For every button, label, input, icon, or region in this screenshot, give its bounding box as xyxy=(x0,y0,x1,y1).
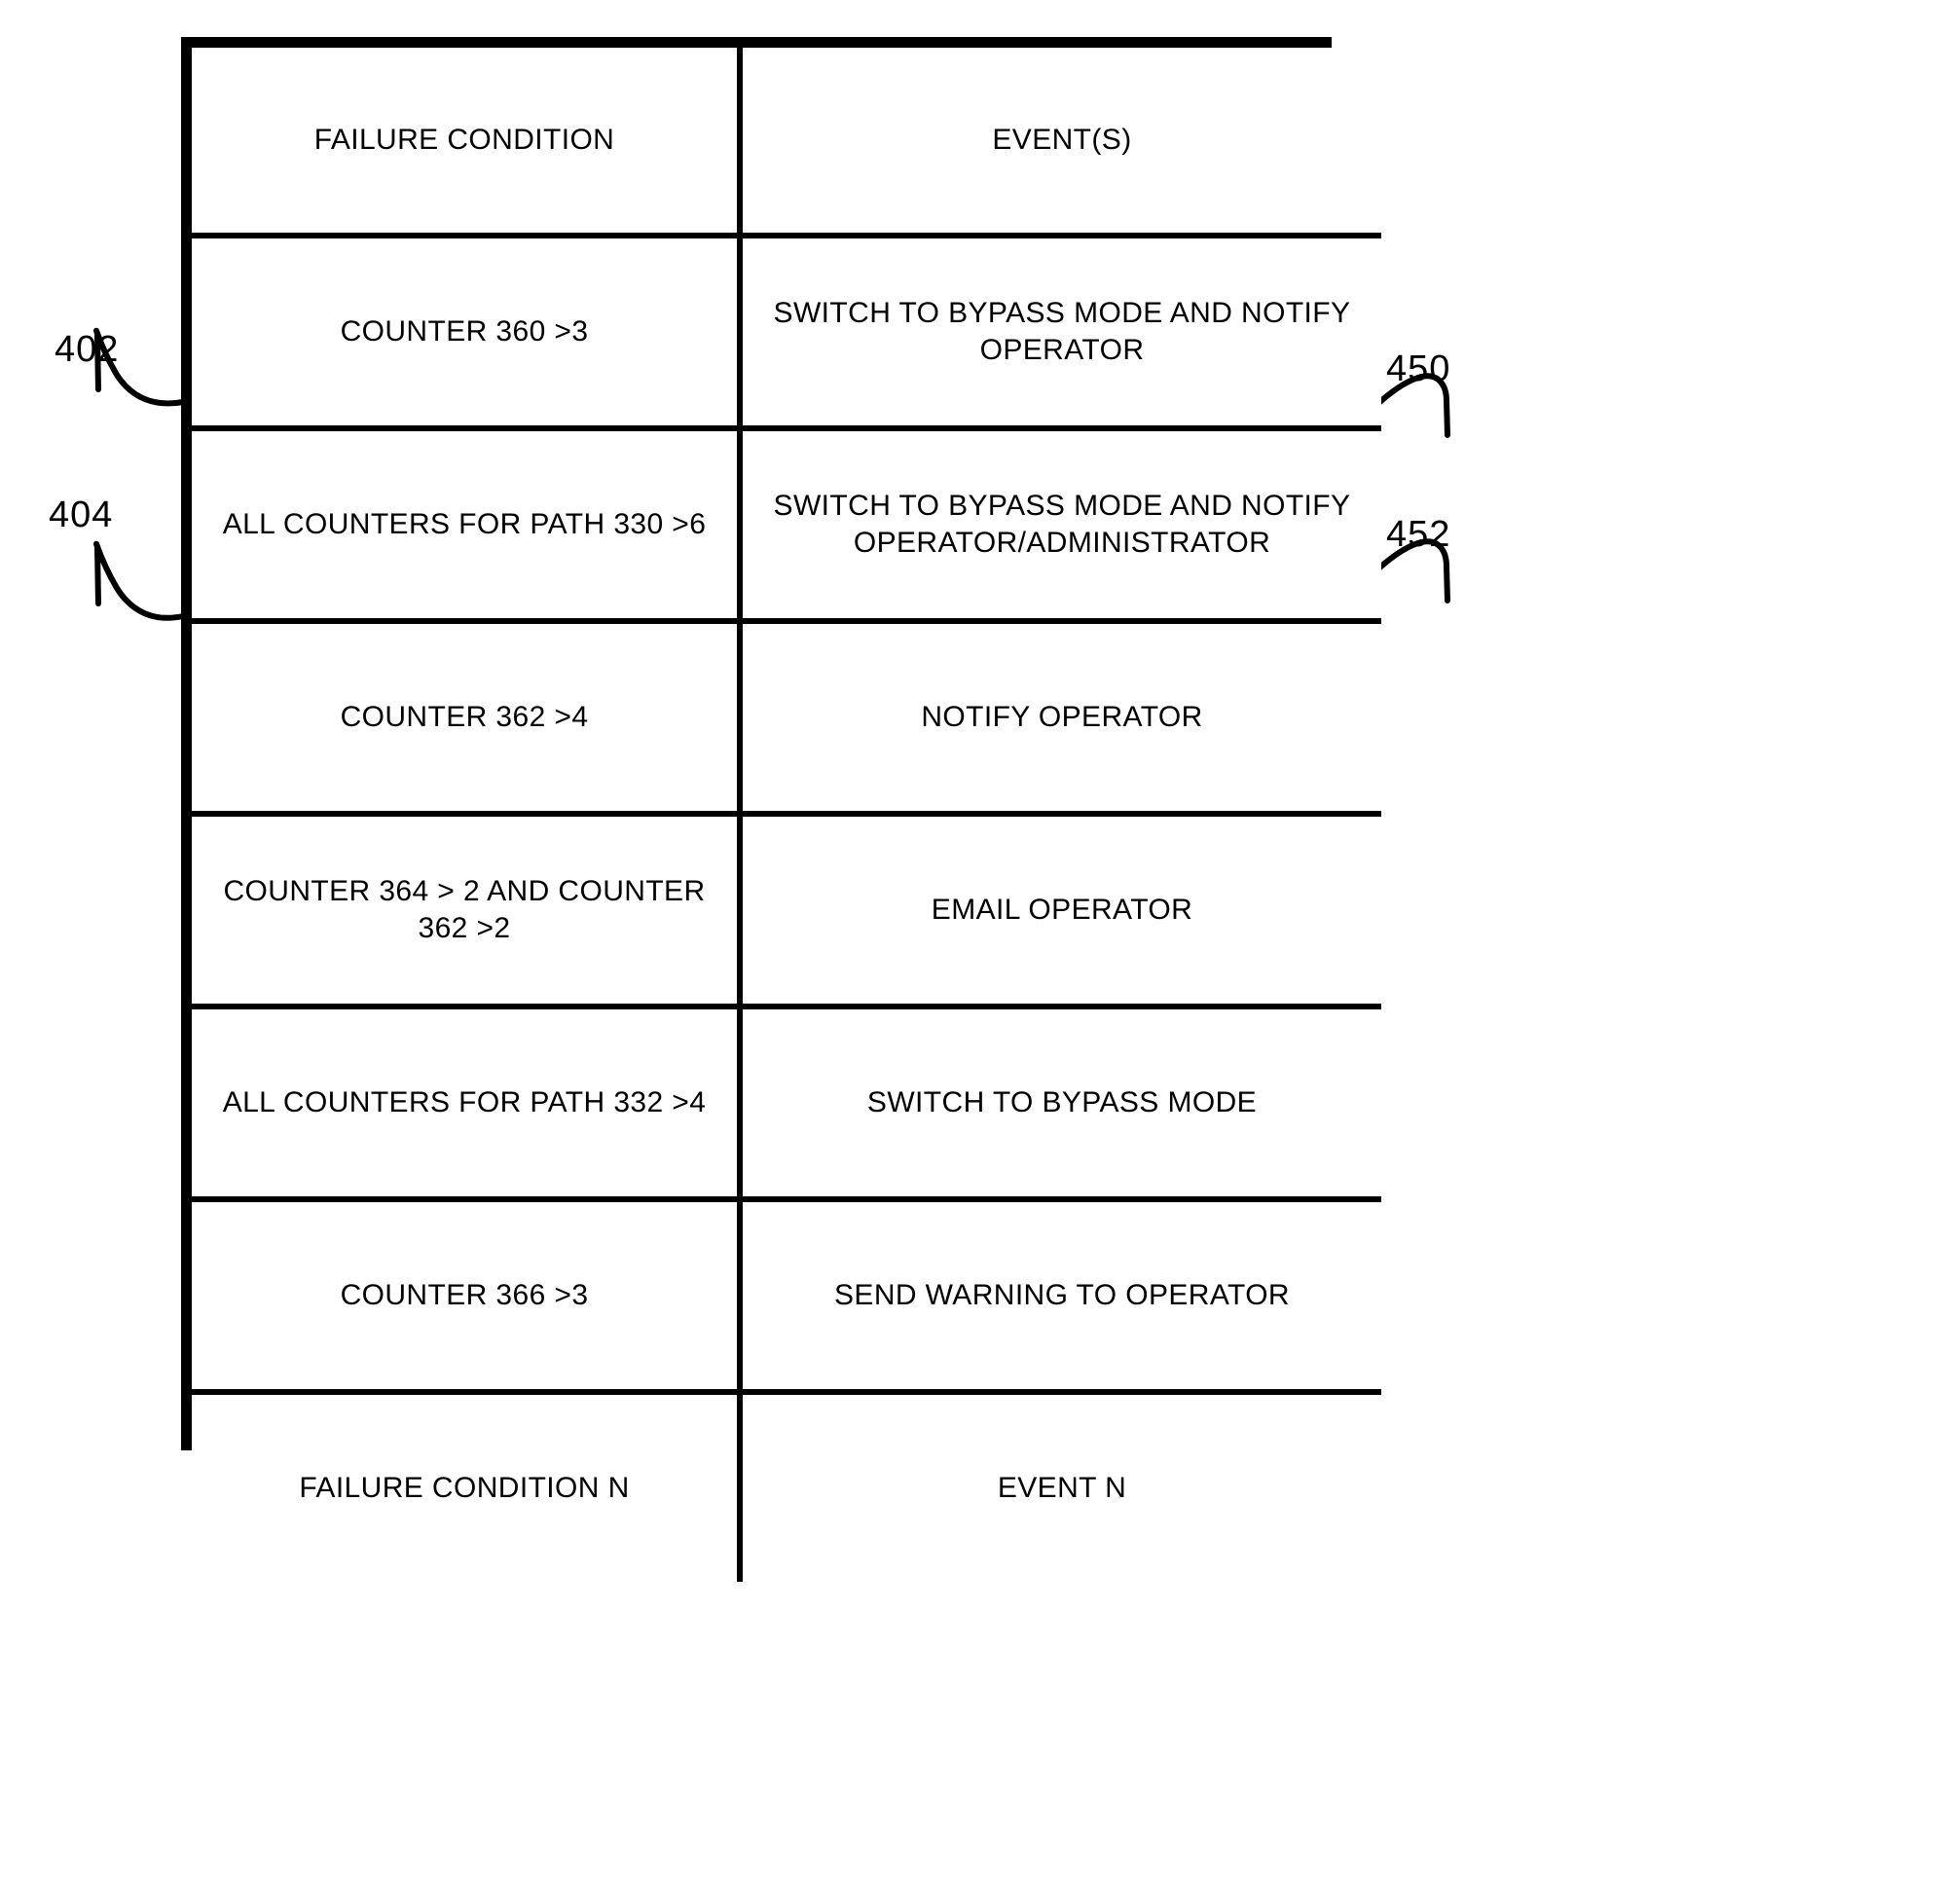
table-row: FAILURE CONDITION N EVENT N xyxy=(192,1389,1381,1582)
cell-failure-condition: ALL COUNTERS FOR PATH 332 >4 xyxy=(192,1004,743,1202)
figure-root: 402 404 450 452 FAILURE CONDITION EVENT(… xyxy=(0,0,1941,1904)
cell-failure-condition: COUNTER 366 >3 xyxy=(192,1196,743,1395)
reference-numeral-404: 404 xyxy=(49,494,114,535)
leader-line-404 xyxy=(93,540,186,621)
header-events: EVENT(S) xyxy=(737,48,1381,238)
cell-failure-condition: COUNTER 364 > 2 AND COUNTER 362 >2 xyxy=(192,811,743,1009)
spec-table: FAILURE CONDITION EVENT(S) COUNTER 360 >… xyxy=(192,48,1381,1582)
reference-numeral-402: 402 xyxy=(55,329,120,370)
cell-events: SWITCH TO BYPASS MODE xyxy=(737,1004,1381,1202)
cell-events: EMAIL OPERATOR xyxy=(737,811,1381,1009)
cell-events: SWITCH TO BYPASS MODE AND NOTIFY OPERATO… xyxy=(737,233,1381,431)
failure-condition-event-table: FAILURE CONDITION EVENT(S) COUNTER 360 >… xyxy=(181,37,1381,1582)
cell-events: SEND WARNING TO OPERATOR xyxy=(737,1196,1381,1395)
table-row: COUNTER 364 > 2 AND COUNTER 362 >2 EMAIL… xyxy=(192,811,1381,1009)
table-row: ALL COUNTERS FOR PATH 330 >6 SWITCH TO B… xyxy=(192,425,1381,624)
cell-failure-condition: ALL COUNTERS FOR PATH 330 >6 xyxy=(192,425,743,624)
reference-numeral-450: 450 xyxy=(1386,348,1451,389)
cell-events: NOTIFY OPERATOR xyxy=(737,618,1381,817)
cell-events: SWITCH TO BYPASS MODE AND NOTIFY OPERATO… xyxy=(737,425,1381,624)
reference-numeral-452: 452 xyxy=(1386,514,1451,555)
cell-failure-condition: FAILURE CONDITION N xyxy=(192,1389,743,1582)
table-row: COUNTER 360 >3 SWITCH TO BYPASS MODE AND… xyxy=(192,233,1381,431)
cell-failure-condition: COUNTER 362 >4 xyxy=(192,618,743,817)
header-failure-condition: FAILURE CONDITION xyxy=(192,48,743,238)
cell-failure-condition: COUNTER 360 >3 xyxy=(192,233,743,431)
table-row: COUNTER 362 >4 NOTIFY OPERATOR xyxy=(192,618,1381,817)
table-row: COUNTER 366 >3 SEND WARNING TO OPERATOR xyxy=(192,1196,1381,1395)
table-row: ALL COUNTERS FOR PATH 332 >4 SWITCH TO B… xyxy=(192,1004,1381,1202)
cell-events: EVENT N xyxy=(737,1389,1381,1582)
table-header-row: FAILURE CONDITION EVENT(S) xyxy=(192,48,1381,238)
